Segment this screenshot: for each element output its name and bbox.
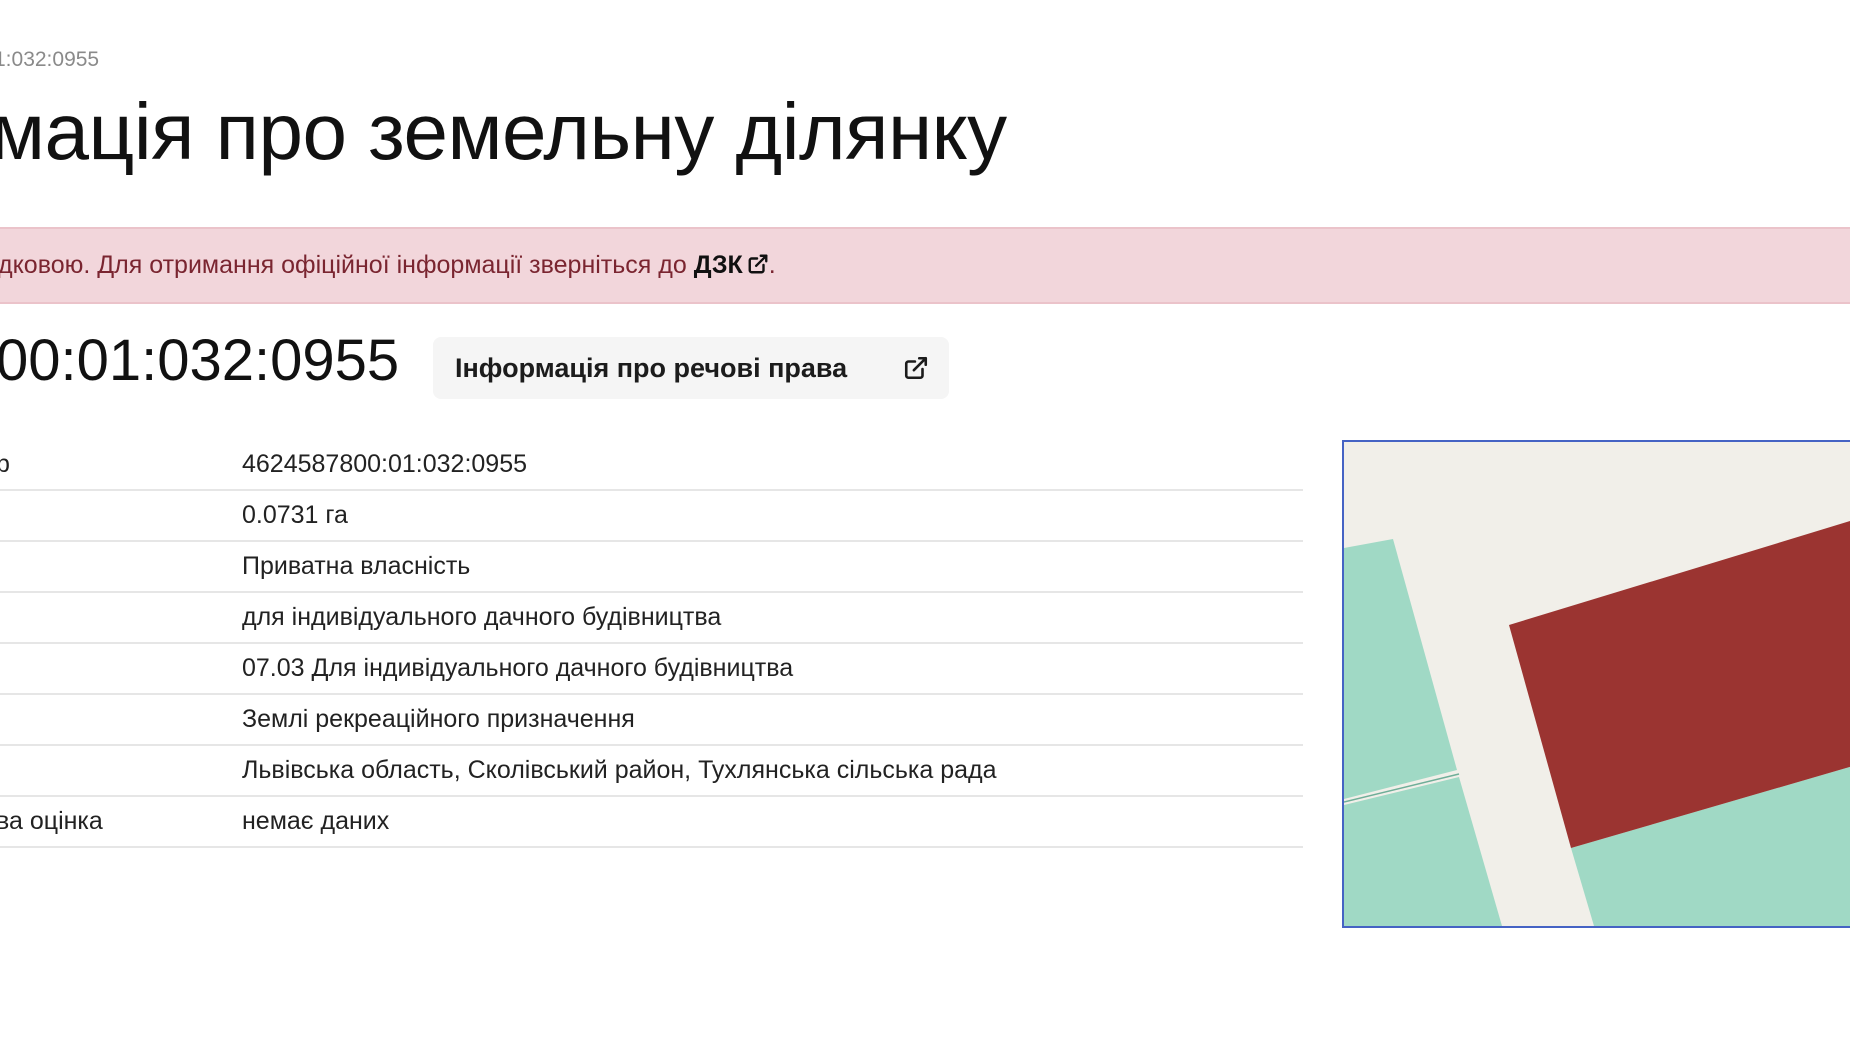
row-label	[0, 490, 242, 542]
land-parcel-page: 1:032:0955 мація про земельну ділянку дк…	[0, 0, 1850, 1040]
alert-text: дковою. Для отримання офіційної інформац…	[0, 251, 687, 279]
table-row: ва оцінка немає даних	[0, 796, 1303, 848]
parcel-map[interactable]	[1342, 440, 1850, 928]
row-label	[0, 643, 242, 695]
row-label	[0, 592, 242, 644]
row-label: ва оцінка	[0, 796, 242, 848]
row-value: немає даних	[242, 796, 1303, 848]
row-value: Львівська область, Сколівський район, Ту…	[242, 745, 1303, 797]
alert-message: дковою. Для отримання офіційної інформац…	[0, 251, 776, 280]
table-row: р 4624587800:01:032:0955	[0, 440, 1303, 491]
external-link-icon	[904, 356, 928, 380]
row-label	[0, 694, 242, 746]
parcel-map-canvas[interactable]	[1344, 442, 1850, 926]
row-value: 4624587800:01:032:0955	[242, 440, 1303, 491]
external-link-icon	[748, 254, 768, 274]
table-row: Землі рекреаційного призначення	[0, 694, 1303, 746]
row-value: Приватна власність	[242, 541, 1303, 593]
row-value: Землі рекреаційного призначення	[242, 694, 1303, 746]
row-value: для індивідуального дачного будівництва	[242, 592, 1303, 644]
property-rights-button-label: Інформація про речові права	[455, 352, 848, 383]
page-title: мація про земельну ділянку	[0, 87, 1007, 176]
property-rights-button[interactable]: Інформація про речові права	[433, 337, 949, 399]
row-value: 07.03 Для індивідуального дачного будівн…	[242, 643, 1303, 695]
parcel-info-table: р 4624587800:01:032:0955 0.0731 га Прива…	[0, 440, 1303, 848]
breadcrumb[interactable]: 1:032:0955	[0, 48, 99, 72]
dzk-link-label: ДЗК	[693, 251, 743, 279]
table-row: 0.0731 га	[0, 490, 1303, 542]
disclaimer-alert: дковою. Для отримання офіційної інформац…	[0, 227, 1850, 304]
table-row: Приватна власність	[0, 541, 1303, 593]
cadastral-number-heading: 00:01:032:0955	[0, 328, 400, 393]
row-label: р	[0, 440, 242, 491]
row-label	[0, 541, 242, 593]
row-value: 0.0731 га	[242, 490, 1303, 542]
table-row: Львівська область, Сколівський район, Ту…	[0, 745, 1303, 797]
row-label	[0, 745, 242, 797]
table-row: 07.03 Для індивідуального дачного будівн…	[0, 643, 1303, 695]
dzk-link[interactable]: ДЗК	[694, 251, 769, 279]
table-row: для індивідуального дачного будівництва	[0, 592, 1303, 644]
alert-suffix: .	[768, 251, 776, 279]
